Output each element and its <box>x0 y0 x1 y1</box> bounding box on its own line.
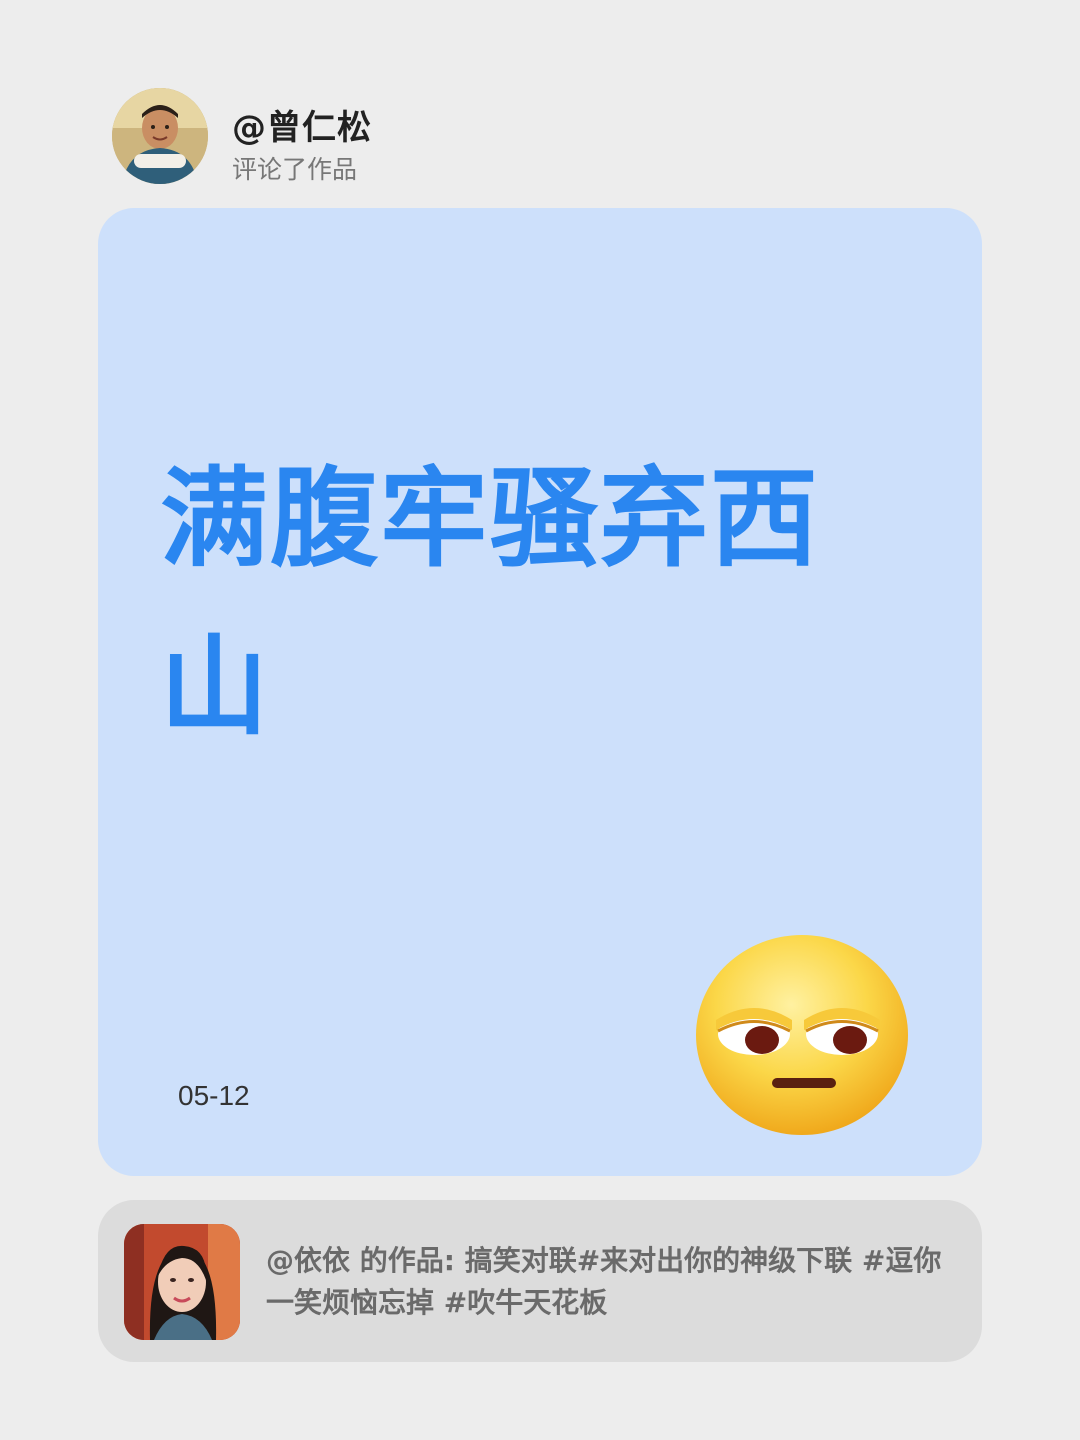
comment-date: 05-12 <box>178 1080 250 1111</box>
comment-text: 满腹牢骚弃西山 <box>160 457 821 750</box>
action-label: 评论了作品 <box>232 155 358 184</box>
unamused-face-emoji <box>692 930 912 1140</box>
source-work-card[interactable]: @依依 的作品: 搞笑对联#来对出你的神级下联 #逗你一笑烦恼忘掉 #吹牛天花板 <box>98 1200 982 1362</box>
source-thumbnail[interactable] <box>124 1224 240 1340</box>
user-avatar[interactable] <box>112 88 208 184</box>
comment-header: @曾仁松 评论了作品 <box>112 88 712 184</box>
username[interactable]: @曾仁松 <box>232 100 372 149</box>
comment-card: 满腹牢骚弃西山 05-12 <box>98 208 982 1176</box>
source-description[interactable]: @依依 的作品: 搞笑对联#来对出你的神级下联 #逗你一笑烦恼忘掉 #吹牛天花板 <box>266 1240 956 1324</box>
